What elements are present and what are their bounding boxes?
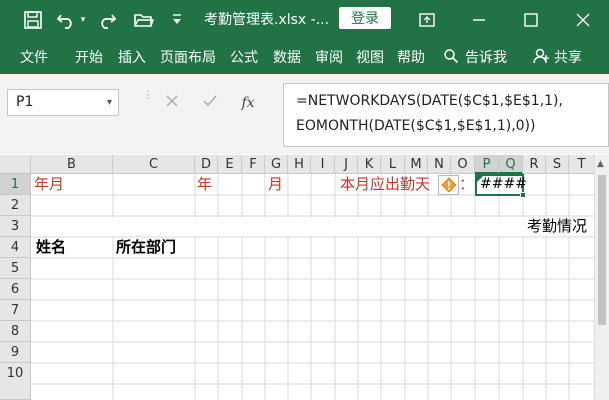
fill-handle[interactable] — [520, 192, 526, 198]
cancel-formula-icon[interactable] — [153, 93, 191, 112]
share-person-icon — [531, 45, 551, 67]
quick-access-customize-icon[interactable] — [170, 11, 184, 29]
column-header-r[interactable]: R — [523, 155, 546, 174]
tell-me-box[interactable]: 告诉我 — [465, 47, 507, 67]
column-header-s[interactable]: S — [546, 155, 569, 174]
formula-input[interactable]: =NETWORKDAYS(DATE($C$1,$E$1,1), EOMONTH(… — [283, 83, 609, 147]
tab-insert[interactable]: 插入 — [118, 47, 146, 67]
undo-dropdown-icon[interactable]: ▾ — [78, 13, 88, 27]
maximize-icon[interactable] — [520, 9, 542, 31]
column-header-k[interactable]: K — [358, 155, 381, 174]
cell-d1-label[interactable]: 年 — [197, 174, 212, 195]
row-header-5[interactable]: 5 — [0, 258, 31, 279]
column-header-m[interactable]: M — [405, 155, 428, 174]
row-header-2[interactable]: 2 — [0, 195, 31, 216]
tab-file[interactable]: 文件 — [20, 47, 48, 67]
tab-page-layout[interactable]: 页面布局 — [160, 47, 216, 67]
column-header-p[interactable]: P — [475, 155, 499, 174]
cell-k1-label[interactable]: 本月应出勤天 — [340, 174, 430, 195]
column-header-n[interactable]: N — [428, 155, 451, 174]
row-header-4[interactable]: 4 — [0, 237, 31, 258]
column-header-b[interactable]: B — [31, 155, 113, 174]
undo-icon[interactable] — [55, 9, 77, 31]
ribbon-tabs: 文件 开始 插入 页面布局 公式 数据 审阅 视图 帮助 告诉我 共享 — [0, 38, 609, 74]
column-header-g[interactable]: G — [265, 155, 288, 174]
row-header-7[interactable]: 7 — [0, 300, 31, 321]
confirm-formula-icon[interactable] — [191, 93, 229, 112]
vertical-scrollbar[interactable]: ▲ — [594, 155, 609, 400]
column-header-j[interactable]: J — [335, 155, 358, 174]
open-folder-icon[interactable] — [133, 9, 155, 31]
tab-help[interactable]: 帮助 — [397, 47, 425, 67]
cell-gridlines — [31, 174, 595, 400]
lightbulb-search-icon — [442, 46, 460, 66]
insert-function-icon[interactable]: fx — [229, 95, 267, 111]
column-header-l[interactable]: L — [381, 155, 405, 174]
name-box-value: P1 — [16, 94, 34, 110]
column-header-h[interactable]: H — [288, 155, 311, 174]
column-header-c[interactable]: C — [113, 155, 195, 174]
save-icon[interactable] — [22, 9, 44, 31]
row-header-8[interactable]: 8 — [0, 321, 31, 342]
cell-g1-label[interactable]: 月 — [268, 174, 283, 195]
row-header-10[interactable]: 10 — [0, 363, 31, 400]
row-header-3[interactable]: 3 — [0, 216, 31, 237]
cell-s3-label[interactable]: 考勤情况 — [527, 216, 587, 237]
column-header-f[interactable]: F — [242, 155, 265, 174]
row-header-9[interactable]: 9 — [0, 342, 31, 363]
cell-b4-label[interactable]: 姓名 — [36, 237, 66, 258]
cell-c4-label[interactable]: 所在部门 — [116, 237, 176, 258]
login-button[interactable]: 登录 — [339, 7, 391, 29]
formula-bar-divider: ⋮ — [143, 90, 153, 101]
row-header-1[interactable]: 1 — [0, 174, 31, 195]
scroll-thumb[interactable] — [598, 175, 606, 325]
column-header-i[interactable]: I — [311, 155, 335, 174]
tab-formulas[interactable]: 公式 — [230, 47, 258, 67]
tab-home[interactable]: 开始 — [75, 47, 103, 67]
column-header-o[interactable]: O — [451, 155, 475, 174]
close-icon[interactable] — [572, 9, 594, 31]
worksheet-grid[interactable]: B C D E F G H I J K L M N O P Q R S T 1 … — [0, 155, 609, 400]
cell-colon: ： — [459, 175, 475, 193]
formula-line-1: =NETWORKDAYS(DATE($C$1,$E$1,1), — [296, 93, 563, 109]
warning-diamond-icon[interactable] — [438, 175, 459, 195]
formula-bar-buttons: fx — [153, 89, 273, 116]
tab-view[interactable]: 视图 — [356, 47, 384, 67]
formula-area: P1 ▾ ⋮ fx =NETWORKDAYS(DATE($C$1,$E$1,1)… — [0, 74, 609, 154]
name-box[interactable]: P1 ▾ — [7, 89, 119, 116]
name-box-dropdown-icon[interactable]: ▾ — [107, 90, 112, 115]
tab-data[interactable]: 数据 — [273, 47, 301, 67]
select-all-corner[interactable] — [0, 155, 31, 174]
formula-line-2: EOMONTH(DATE($C$1,$E$1,1),0)) — [296, 118, 536, 134]
cell-b1-label[interactable]: 年月 — [34, 174, 64, 195]
window-title: 考勤管理表.xlsx -... — [204, 12, 330, 28]
share-button[interactable]: 共享 — [554, 47, 582, 67]
column-header-t[interactable]: T — [569, 155, 595, 174]
column-header-d[interactable]: D — [195, 155, 218, 174]
minimize-icon[interactable] — [468, 9, 490, 31]
column-header-e[interactable]: E — [218, 155, 242, 174]
ribbon-display-options-icon[interactable] — [416, 9, 438, 31]
title-bar: ▾ 考勤管理表.xlsx -... 登录 — [0, 0, 609, 38]
row-header-6[interactable]: 6 — [0, 279, 31, 300]
redo-icon[interactable] — [96, 9, 118, 31]
scroll-up-icon[interactable]: ▲ — [597, 159, 604, 169]
column-header-q[interactable]: Q — [499, 155, 523, 174]
tab-review[interactable]: 审阅 — [315, 47, 343, 67]
